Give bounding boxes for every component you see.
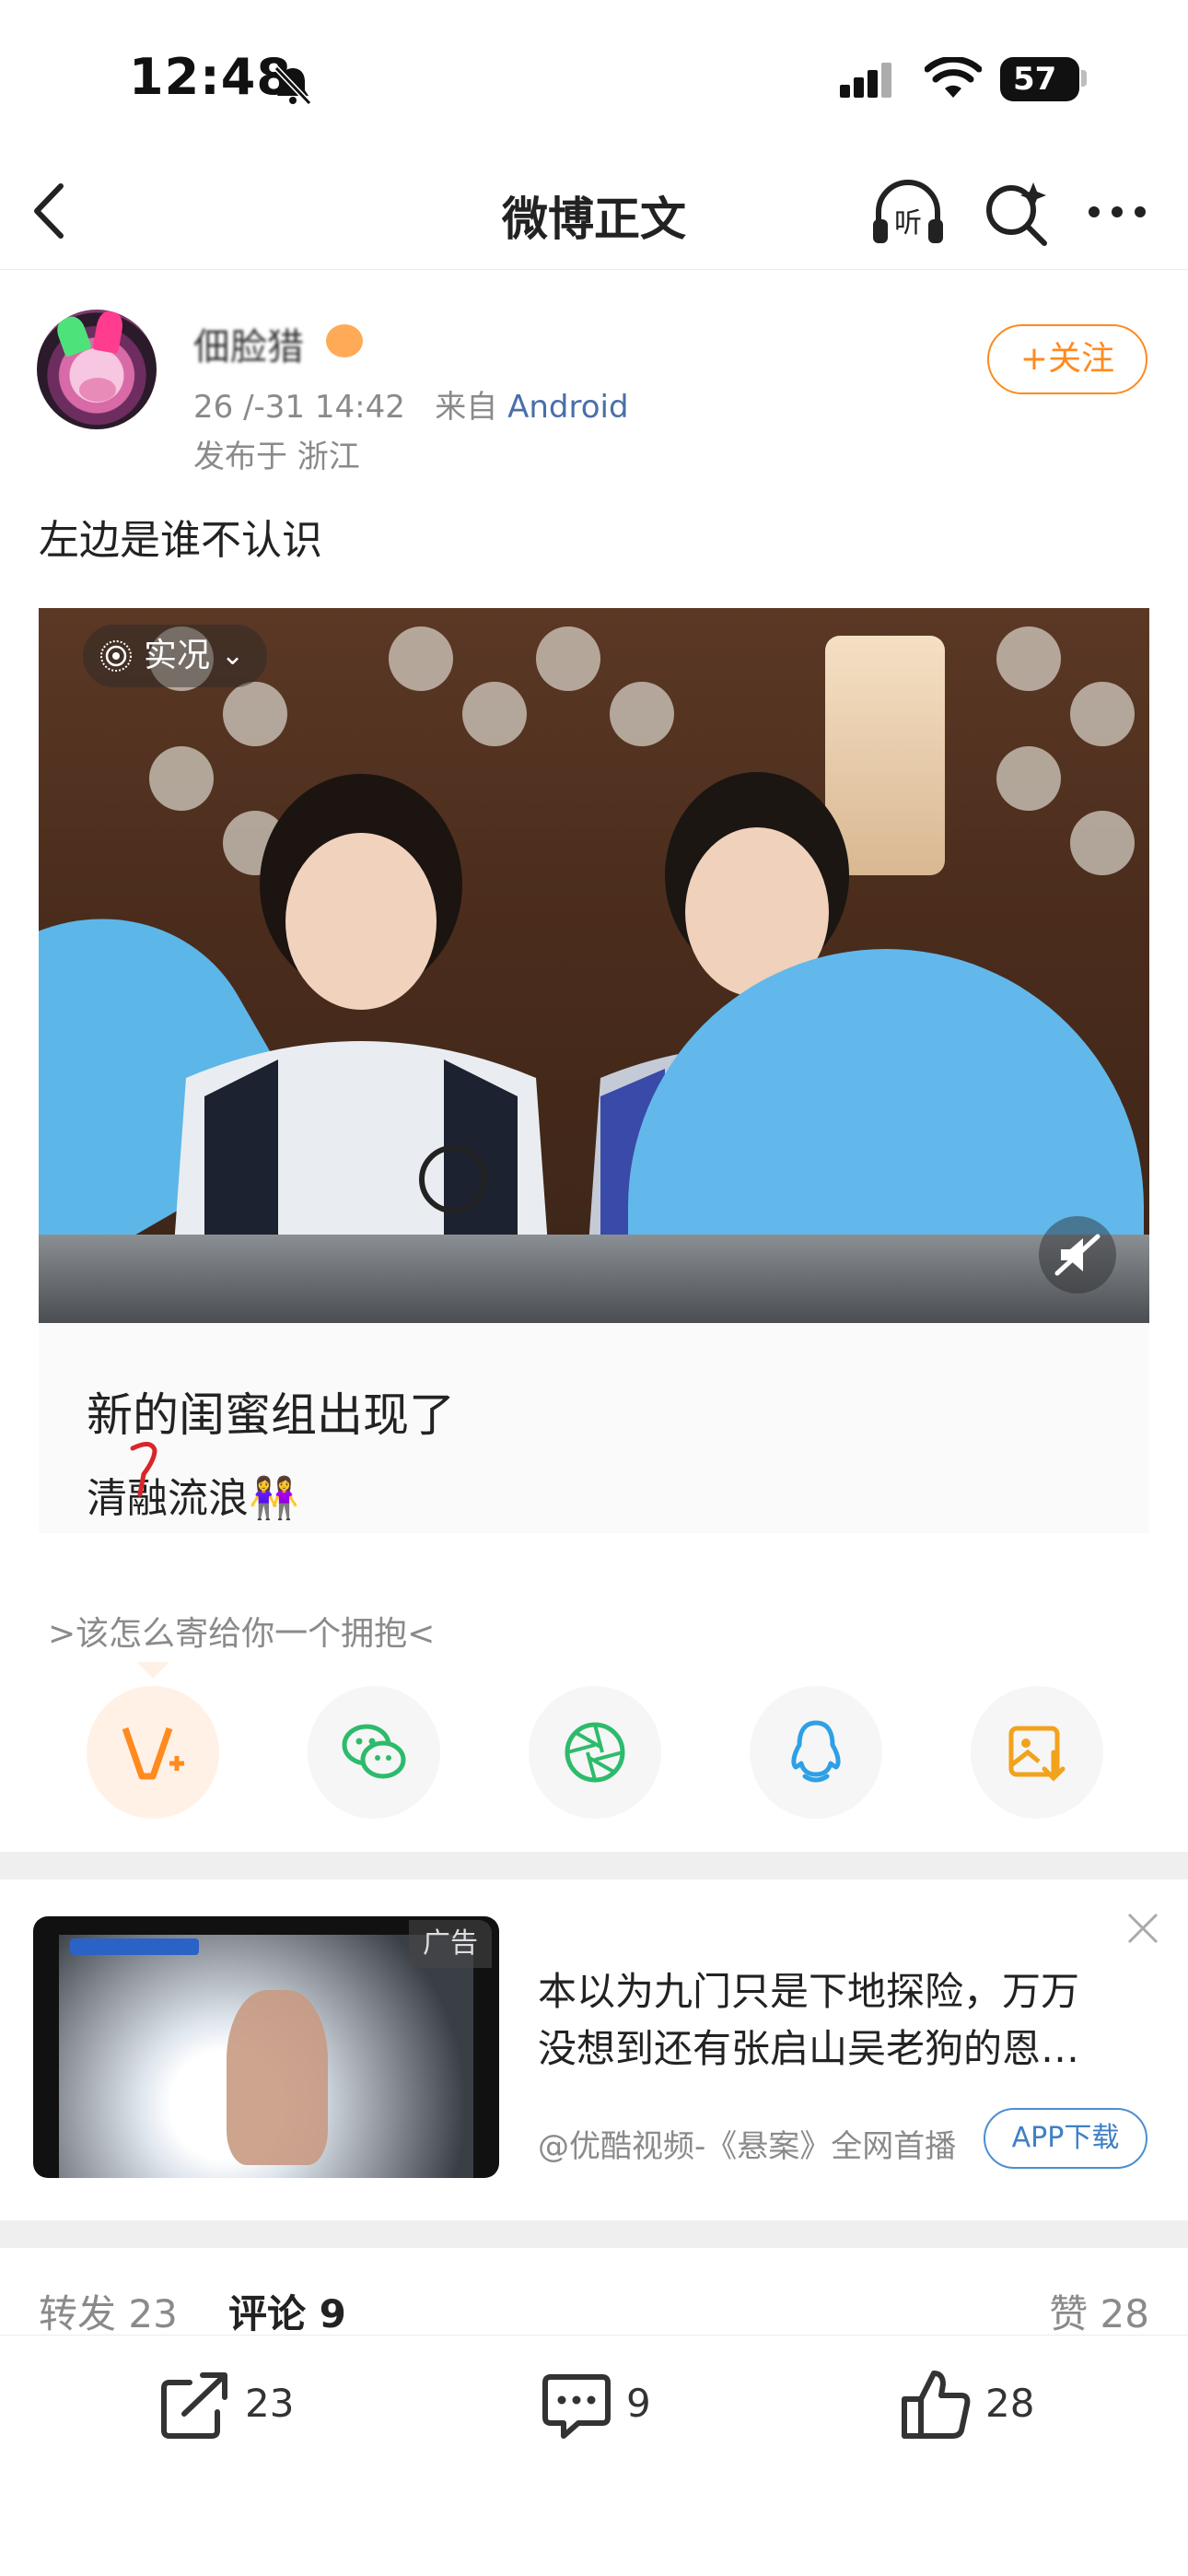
live-photo-icon [100,640,132,672]
section-separator [0,1852,1188,1879]
battery-indicator: 57 [1000,57,1079,101]
more-options-icon[interactable] [1085,193,1149,230]
share-weibo-button[interactable] [87,1686,219,1819]
post-time: 26 /-31 14:42 [193,389,405,426]
comment-count: 9 [626,2381,651,2426]
like-count: 28 [985,2381,1035,2426]
ad-label: 广告 [409,1920,492,1968]
mute-button[interactable] [1039,1216,1116,1294]
search-icon[interactable] [980,177,1054,251]
live-photo-badge[interactable]: 实况 ⌄ [83,625,267,687]
author-name[interactable]: 佃脸猎 [193,317,304,370]
status-time: 12:48 [129,48,292,106]
app-download-button[interactable]: APP下载 [984,2108,1147,2169]
moments-aperture-icon [565,1722,625,1783]
follow-button[interactable]: +关注 [987,324,1147,394]
nav-divider [0,269,1188,270]
source-prefix: 来自 [435,389,498,426]
bell-muted-icon [274,65,312,106]
live-photo-label: 实况 [144,637,211,674]
share-moments-button[interactable] [529,1686,661,1819]
avatar[interactable] [37,310,157,429]
share-pointer-icon [136,1662,169,1679]
ad-title-line1[interactable]: 本以为九门只是下地探险，万万 [538,1961,1079,2017]
battery-tip [1081,70,1087,87]
live-photo[interactable]: 实况 ⌄ [39,608,1149,1323]
cellular-signal-icon [840,63,895,98]
tab-likes[interactable]: 赞 28 [1049,2283,1149,2339]
post-device[interactable]: Android [507,389,628,426]
repost-share-icon [161,2372,227,2439]
share-qq-button[interactable] [750,1686,882,1819]
save-image-icon [1008,1726,1066,1782]
red-scribble-mark [130,1442,157,1497]
headphones-listen-icon[interactable]: 听 [869,175,947,249]
share-wechat-button[interactable] [308,1686,440,1819]
tab-comments[interactable]: 评论 9 [228,2283,346,2339]
post-meta: 26 /-31 14:42 来自 Android [193,381,629,427]
chevron-down-icon: ⌄ [221,639,245,672]
post-text: 左边是谁不认识 [39,517,322,564]
close-icon[interactable] [1122,1907,1164,1950]
user-badge-icon [326,324,363,357]
listen-label: 听 [894,207,922,240]
thumbs-up-icon [902,2371,971,2439]
wechat-icon [342,1724,406,1779]
qq-penguin-icon [791,1720,841,1783]
ad-source: @优酷视频-《悬案》全网首播 [538,2128,957,2165]
photo-caption-line1: 新的闺蜜组出现了 [87,1388,455,1442]
save-image-button[interactable] [971,1686,1103,1819]
post-location: 发布于 浙江 [193,439,360,475]
speaker-muted-icon [1054,1234,1101,1276]
tab-reposts[interactable]: 转发 23 [39,2283,178,2339]
share-prompt: >该怎么寄给你一个拥抱< [48,1615,436,1653]
wifi-icon [925,57,982,98]
comment-bubble-icon [542,2374,611,2439]
section-separator [0,2220,1188,2248]
weibo-vplus-icon [122,1727,184,1780]
tab-divider [0,2335,1188,2336]
repost-count: 23 [245,2381,295,2426]
photo-caption-line2: 清融流浪👭 [87,1475,299,1522]
ad-title-line2[interactable]: 没想到还有张启山吴老狗的恩… [538,2018,1079,2074]
